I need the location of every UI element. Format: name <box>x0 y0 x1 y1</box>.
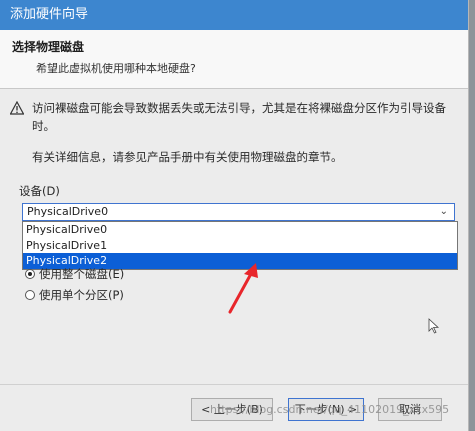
radio-use-single-partition[interactable]: 使用单个分区(P) <box>25 287 124 303</box>
page-subtitle: 希望此虚拟机使用哪种本地硬盘? <box>36 62 196 75</box>
dropdown-option-physicaldrive0[interactable]: PhysicalDrive0 <box>23 222 457 238</box>
annotation-arrow-icon <box>228 263 258 314</box>
window-titlebar[interactable]: 添加硬件向导 <box>0 0 468 30</box>
wizard-header: 选择物理磁盘 希望此虚拟机使用哪种本地硬盘? <box>0 30 468 89</box>
device-label: 设备(D) <box>19 184 60 198</box>
chevron-down-icon[interactable]: ⌄ <box>440 204 448 220</box>
page-title: 选择物理磁盘 <box>12 40 85 54</box>
radio-use-whole-disk[interactable]: 使用整个磁盘(E) <box>25 266 124 282</box>
add-hardware-wizard-window: 添加硬件向导 选择物理磁盘 希望此虚拟机使用哪种本地硬盘? 访问裸磁盘可能会导致… <box>0 0 469 431</box>
warning-text: 访问裸磁盘可能会导致数据丢失或无法引导，尤其是在将裸磁盘分区作为引导设备时。 <box>32 101 446 133</box>
radio-label-single-partition: 使用单个分区(P) <box>39 288 124 302</box>
device-select-value: PhysicalDrive0 <box>27 205 109 218</box>
window-title: 添加硬件向导 <box>10 7 89 22</box>
warning-icon <box>10 101 24 115</box>
radio-label-whole-disk: 使用整个磁盘(E) <box>39 267 125 281</box>
device-select[interactable]: PhysicalDrive0 ⌄ <box>22 203 455 221</box>
radio-button-unchecked[interactable] <box>25 290 35 300</box>
mouse-cursor-icon <box>428 318 440 334</box>
watermark-text: https://blog.csdn.net/qq_41102019_xxx595 <box>210 403 450 416</box>
info-text: 有关详细信息，请参见产品手册中有关使用物理磁盘的章节。 <box>32 150 343 164</box>
dropdown-option-physicaldrive1[interactable]: PhysicalDrive1 <box>23 238 457 254</box>
button-row-divider <box>0 384 468 385</box>
radio-button-checked[interactable] <box>25 269 35 279</box>
